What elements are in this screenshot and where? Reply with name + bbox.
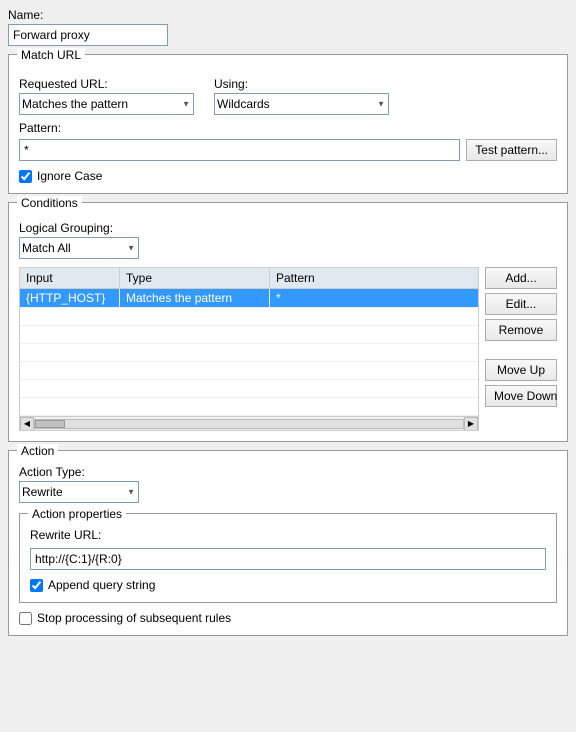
- logical-grouping-row: Logical Grouping: Match All: [19, 221, 557, 259]
- using-group: Using: Wildcards: [214, 71, 389, 115]
- empty-row-4: [20, 362, 478, 380]
- conditions-section: Conditions Logical Grouping: Match All I…: [8, 202, 568, 442]
- test-pattern-button[interactable]: Test pattern...: [466, 139, 557, 161]
- name-input[interactable]: [8, 24, 168, 46]
- action-type-wrapper: Rewrite: [19, 481, 139, 503]
- col-header-type: Type: [120, 268, 270, 288]
- stop-processing-checkbox[interactable]: [19, 612, 32, 625]
- stop-processing-label: Stop processing of subsequent rules: [37, 611, 231, 625]
- td-type: Matches the pattern: [120, 289, 270, 307]
- logical-grouping-label: Logical Grouping:: [19, 221, 557, 235]
- match-url-legend: Match URL: [17, 48, 85, 62]
- conditions-table-area: Input Type Pattern {HTTP_HOST} Matches t…: [19, 267, 479, 431]
- move-up-button[interactable]: Move Up: [485, 359, 557, 381]
- match-url-section: Match URL Requested URL: Matches the pat…: [8, 54, 568, 194]
- remove-button[interactable]: Remove: [485, 319, 557, 341]
- ignore-case-label: Ignore Case: [37, 169, 102, 183]
- append-query-string-checkbox[interactable]: [30, 579, 43, 592]
- scrollbar-row[interactable]: ◀ ▶: [20, 416, 478, 430]
- col-header-pattern: Pattern: [270, 268, 478, 288]
- scrollbar-thumb[interactable]: [35, 420, 65, 428]
- requested-url-label: Requested URL:: [19, 77, 194, 91]
- append-query-string-row: Append query string: [30, 578, 546, 592]
- name-block: Name:: [8, 8, 568, 46]
- scroll-right-arrow[interactable]: ▶: [464, 417, 478, 431]
- pattern-label: Pattern:: [19, 121, 557, 135]
- empty-row-1: [20, 308, 478, 326]
- requested-url-group: Requested URL: Matches the pattern: [19, 71, 194, 115]
- action-type-select[interactable]: Rewrite: [19, 481, 139, 503]
- conditions-table-wrapper: Input Type Pattern {HTTP_HOST} Matches t…: [19, 267, 557, 431]
- move-down-button[interactable]: Move Down: [485, 385, 557, 407]
- logical-grouping-select[interactable]: Match All: [19, 237, 139, 259]
- table-row[interactable]: {HTTP_HOST} Matches the pattern *: [20, 289, 478, 308]
- conditions-buttons: Add... Edit... Remove Move Up Move Down: [485, 267, 557, 431]
- using-wrapper: Wildcards: [214, 93, 389, 115]
- pattern-row: Test pattern...: [19, 139, 557, 161]
- using-select[interactable]: Wildcards: [214, 93, 389, 115]
- requested-url-select[interactable]: Matches the pattern: [19, 93, 194, 115]
- action-section: Action Action Type: Rewrite Action prope…: [8, 450, 568, 636]
- empty-row-2: [20, 326, 478, 344]
- scrollbar-track[interactable]: [34, 419, 464, 429]
- add-button[interactable]: Add...: [485, 267, 557, 289]
- action-properties-box: Action properties Rewrite URL: Append qu…: [19, 513, 557, 603]
- action-properties-legend: Action properties: [28, 507, 126, 521]
- ignore-case-checkbox[interactable]: [19, 170, 32, 183]
- append-query-string-label: Append query string: [48, 578, 155, 592]
- using-label: Using:: [214, 77, 389, 91]
- name-label: Name:: [8, 8, 568, 22]
- empty-row-3: [20, 344, 478, 362]
- td-pattern: *: [270, 289, 478, 307]
- rewrite-url-label: Rewrite URL:: [30, 528, 546, 542]
- action-type-label: Action Type:: [19, 465, 557, 479]
- table-body: {HTTP_HOST} Matches the pattern *: [20, 289, 478, 416]
- stop-processing-row: Stop processing of subsequent rules: [19, 611, 557, 625]
- pattern-input[interactable]: [19, 139, 460, 161]
- empty-row-6: [20, 398, 478, 416]
- action-legend: Action: [17, 444, 58, 458]
- action-type-row: Action Type: Rewrite: [19, 465, 557, 503]
- conditions-legend: Conditions: [17, 196, 82, 210]
- logical-grouping-wrapper: Match All: [19, 237, 139, 259]
- edit-button[interactable]: Edit...: [485, 293, 557, 315]
- table-header: Input Type Pattern: [20, 268, 478, 289]
- rewrite-url-input[interactable]: [30, 548, 546, 570]
- requested-url-wrapper: Matches the pattern: [19, 93, 194, 115]
- ignore-case-row: Ignore Case: [19, 169, 557, 183]
- td-input: {HTTP_HOST}: [20, 289, 120, 307]
- col-header-input: Input: [20, 268, 120, 288]
- scroll-left-arrow[interactable]: ◀: [20, 417, 34, 431]
- empty-row-5: [20, 380, 478, 398]
